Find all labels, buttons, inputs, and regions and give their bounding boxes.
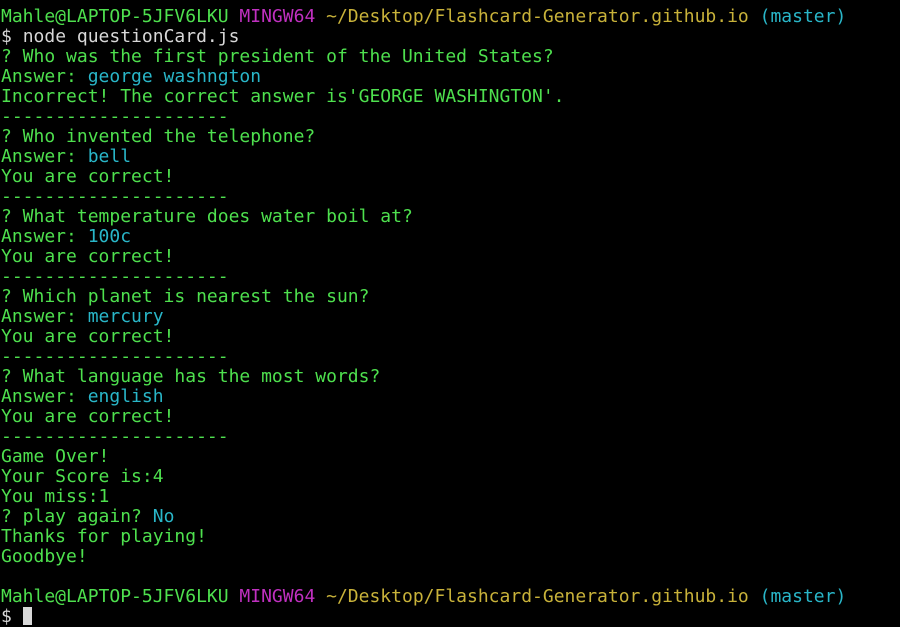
miss-text: You miss:1	[1, 486, 110, 507]
text-cursor	[22, 607, 32, 625]
input-line[interactable]: $	[0, 607, 900, 627]
play-again-line: ? play again? No	[0, 507, 900, 527]
shell-prompt-line: Mahle@LAPTOP-5JFV6LKU MINGW64 ~/Desktop/…	[0, 7, 900, 27]
answer-line: Answer: george washngton	[0, 67, 900, 87]
answer-label: Answer:	[1, 146, 77, 167]
prompt-dollar: $	[1, 26, 12, 47]
answer-value: bell	[87, 146, 132, 167]
answer-label: Answer:	[1, 306, 77, 327]
answer-value: 100c	[87, 226, 132, 247]
answer-value: mercury	[87, 306, 164, 327]
separator-line: ---------------------	[1, 106, 229, 127]
question-line: ? Who invented the telephone?	[1, 126, 316, 147]
prompt-path: ~/Desktop/Flashcard-Generator.github.io	[326, 586, 749, 607]
separator-line: ---------------------	[1, 266, 229, 287]
score-text: Your Score is:4	[1, 466, 164, 487]
separator-line: ---------------------	[1, 186, 229, 207]
answer-label: Answer:	[1, 386, 77, 407]
result-line: You are correct!	[1, 246, 175, 267]
question-line: ? Who was the first president of the Uni…	[1, 46, 554, 67]
thanks-text: Thanks for playing!	[1, 526, 207, 547]
prompt-shell: MINGW64	[239, 6, 316, 27]
answer-line: Answer: mercury	[0, 307, 900, 327]
shell-prompt-line: Mahle@LAPTOP-5JFV6LKU MINGW64 ~/Desktop/…	[0, 587, 900, 607]
prompt-user-host: Mahle@LAPTOP-5JFV6LKU	[1, 586, 229, 607]
result-line: Incorrect! The correct answer is'GEORGE …	[1, 86, 565, 107]
question-line: ? What language has the most words?	[1, 366, 381, 387]
play-again-answer: No	[152, 506, 175, 527]
goodbye-text: Goodbye!	[1, 546, 88, 567]
prompt-user-host: Mahle@LAPTOP-5JFV6LKU	[1, 6, 229, 27]
question-line: ? Which planet is nearest the sun?	[1, 286, 370, 307]
answer-value: english	[87, 386, 164, 407]
answer-label: Answer:	[1, 226, 77, 247]
separator-line: ---------------------	[1, 346, 229, 367]
command-line: $ node questionCard.js	[0, 27, 900, 47]
prompt-path: ~/Desktop/Flashcard-Generator.github.io	[326, 6, 749, 27]
answer-line: Answer: english	[0, 387, 900, 407]
prompt-branch: (master)	[759, 586, 847, 607]
answer-label: Answer:	[1, 66, 77, 87]
result-line: You are correct!	[1, 166, 175, 187]
prompt-shell: MINGW64	[239, 586, 316, 607]
command-text: node questionCard.js	[22, 26, 240, 47]
result-line: You are correct!	[1, 326, 175, 347]
play-again-question: ? play again?	[1, 506, 142, 527]
separator-line: ---------------------	[1, 426, 229, 447]
prompt-branch: (master)	[759, 6, 847, 27]
answer-line: Answer: bell	[0, 147, 900, 167]
answer-line: Answer: 100c	[0, 227, 900, 247]
terminal-window[interactable]: Mahle@LAPTOP-5JFV6LKU MINGW64 ~/Desktop/…	[0, 0, 900, 627]
result-line: You are correct!	[1, 406, 175, 427]
question-line: ? What temperature does water boil at?	[1, 206, 413, 227]
game-over-text: Game Over!	[1, 446, 110, 467]
answer-value: george washngton	[87, 66, 262, 87]
prompt-dollar: $	[1, 606, 12, 627]
